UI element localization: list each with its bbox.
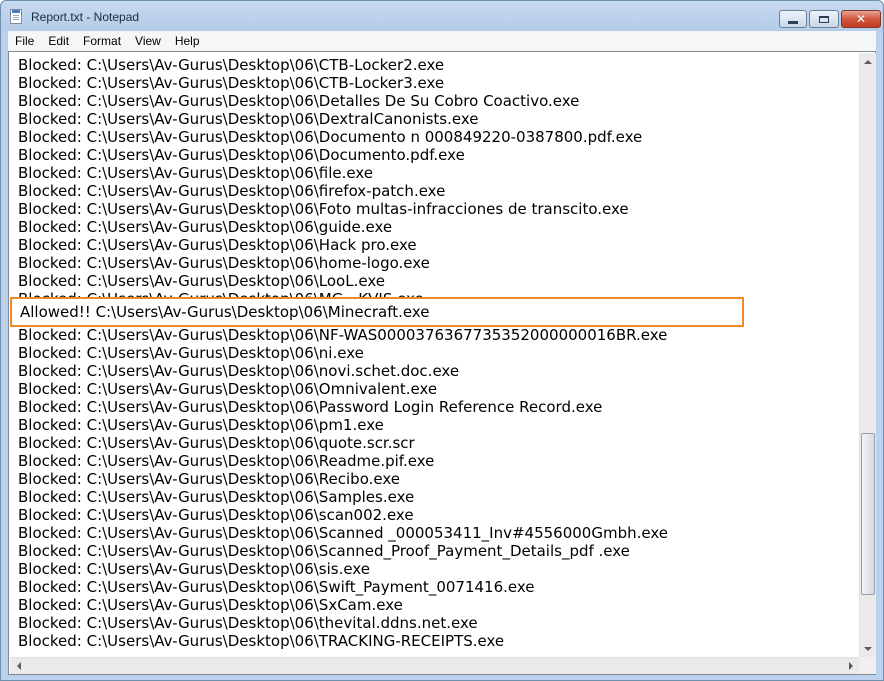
maximize-icon [819, 15, 829, 23]
arrow-up-icon [864, 59, 872, 64]
scroll-right-button[interactable] [842, 658, 859, 674]
horizontal-scrollbar[interactable] [10, 657, 859, 674]
text-line: Blocked: C:\Users\Av-Gurus\Desktop\06\CT… [18, 74, 445, 92]
text-line: Blocked: C:\Users\Av-Gurus\Desktop\06\Fo… [18, 200, 629, 218]
minimize-icon [788, 20, 798, 24]
text-line: Blocked: C:\Users\Av-Gurus\Desktop\06\Sc… [18, 524, 668, 542]
vertical-scrollbar[interactable] [859, 53, 876, 657]
text-line: Blocked: C:\Users\Av-Gurus\Desktop\06\Lo… [18, 272, 385, 290]
notepad-window: Report.txt - Notepad ✕ File Edit Format … [0, 0, 884, 681]
menu-view[interactable]: View [128, 31, 168, 51]
allowed-line-highlight: Allowed!! C:\Users\Av-Gurus\Desktop\06\M… [10, 297, 744, 327]
menu-bar: File Edit Format View Help [8, 31, 876, 51]
text-line: Blocked: C:\Users\Av-Gurus\Desktop\06\si… [18, 560, 370, 578]
maximize-button[interactable] [809, 10, 839, 28]
text-line: Blocked: C:\Users\Av-Gurus\Desktop\06\sc… [18, 506, 414, 524]
text-line: Blocked: C:\Users\Av-Gurus\Desktop\06\Sw… [18, 578, 535, 596]
scrollbar-corner [859, 657, 876, 674]
scroll-left-button[interactable] [10, 658, 27, 674]
text-line: Blocked: C:\Users\Av-Gurus\Desktop\06\fi… [18, 182, 446, 200]
text-line: Blocked: C:\Users\Av-Gurus\Desktop\06\Sc… [18, 542, 630, 560]
text-editor[interactable]: Blocked: C:\Users\Av-Gurus\Desktop\06\CT… [10, 53, 859, 657]
arrow-left-icon [16, 662, 21, 670]
title-bar[interactable]: Report.txt - Notepad ✕ [1, 1, 883, 31]
text-line: Blocked: C:\Users\Av-Gurus\Desktop\06\no… [18, 362, 460, 380]
menu-edit[interactable]: Edit [41, 31, 76, 51]
editor-frame: Blocked: C:\Users\Av-Gurus\Desktop\06\CT… [8, 51, 876, 675]
text-line: Blocked: C:\Users\Av-Gurus\Desktop\06\Do… [18, 128, 643, 146]
text-line: Blocked: C:\Users\Av-Gurus\Desktop\06\Ha… [18, 236, 417, 254]
text-line: Blocked: C:\Users\Av-Gurus\Desktop\06\fi… [18, 164, 374, 182]
vertical-scroll-thumb[interactable] [861, 433, 875, 595]
text-line: Blocked: C:\Users\Av-Gurus\Desktop\06\ho… [18, 254, 430, 272]
text-line: Blocked: C:\Users\Av-Gurus\Desktop\06\qu… [18, 434, 415, 452]
text-line: Blocked: C:\Users\Av-Gurus\Desktop\06\Om… [18, 380, 438, 398]
menu-file[interactable]: File [8, 31, 41, 51]
text-line: Blocked: C:\Users\Av-Gurus\Desktop\06\gu… [18, 218, 393, 236]
text-line: Blocked: C:\Users\Av-Gurus\Desktop\06\De… [18, 110, 479, 128]
text-line: Blocked: C:\Users\Av-Gurus\Desktop\06\Do… [18, 146, 465, 164]
text-line: Blocked: C:\Users\Av-Gurus\Desktop\06\pm… [18, 416, 384, 434]
minimize-button[interactable] [779, 10, 807, 28]
text-line: Blocked: C:\Users\Av-Gurus\Desktop\06\Sa… [18, 488, 415, 506]
arrow-right-icon [848, 662, 853, 670]
close-icon: ✕ [855, 12, 867, 26]
window-title: Report.txt - Notepad [31, 10, 140, 24]
text-line: Blocked: C:\Users\Av-Gurus\Desktop\06\De… [18, 92, 580, 110]
arrow-down-icon [864, 646, 872, 651]
menu-help[interactable]: Help [168, 31, 207, 51]
text-line: Blocked: C:\Users\Av-Gurus\Desktop\06\NF… [18, 326, 668, 344]
allowed-line: Allowed!! C:\Users\Av-Gurus\Desktop\06\M… [20, 303, 430, 321]
scroll-up-button[interactable] [860, 53, 876, 70]
notepad-icon[interactable] [10, 9, 22, 24]
close-button[interactable]: ✕ [841, 10, 881, 28]
text-line: Blocked: C:\Users\Av-Gurus\Desktop\06\CT… [18, 56, 445, 74]
text-line: Blocked: C:\Users\Av-Gurus\Desktop\06\Re… [18, 452, 435, 470]
text-line: Blocked: C:\Users\Av-Gurus\Desktop\06\Sx… [18, 596, 403, 614]
menu-format[interactable]: Format [76, 31, 128, 51]
text-line: Blocked: C:\Users\Av-Gurus\Desktop\06\ni… [18, 344, 364, 362]
text-line: Blocked: C:\Users\Av-Gurus\Desktop\06\th… [18, 614, 478, 632]
text-line: Blocked: C:\Users\Av-Gurus\Desktop\06\Re… [18, 470, 400, 488]
scroll-down-button[interactable] [860, 640, 876, 657]
text-line: Blocked: C:\Users\Av-Gurus\Desktop\06\Pa… [18, 398, 603, 416]
text-line: Blocked: C:\Users\Av-Gurus\Desktop\06\TR… [18, 632, 505, 650]
